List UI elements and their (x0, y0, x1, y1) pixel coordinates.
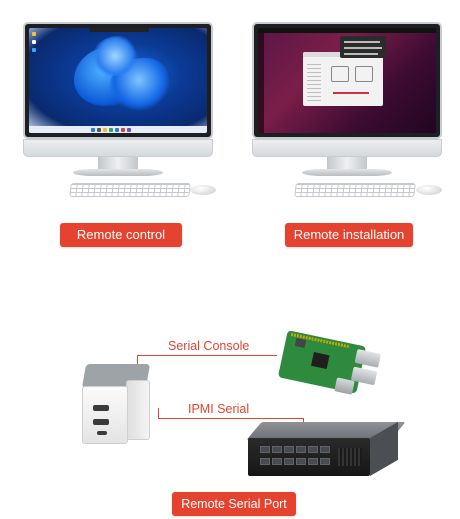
ubuntu-desktop-screen (258, 28, 436, 133)
remote-serial-port-button[interactable]: Remote Serial Port (172, 492, 296, 516)
remote-toolbar (89, 28, 149, 32)
rack-server-icon (246, 421, 406, 478)
monitor-chin (252, 139, 442, 157)
serial-console-label: Serial Console (168, 339, 250, 353)
monitor-stand-foot (302, 169, 392, 176)
keyboard-icon (69, 183, 191, 197)
raspberry-pi-icon (276, 320, 388, 405)
installer-window (303, 52, 383, 106)
ubuntu-monitor-illustration (252, 22, 442, 182)
mouse-icon (190, 185, 216, 195)
windows-taskbar (29, 126, 207, 133)
context-menu (340, 36, 386, 58)
serial-console-line (137, 355, 277, 356)
keyboard-icon (294, 183, 416, 197)
monitor-stand-foot (73, 169, 163, 176)
ubuntu-dock (258, 33, 264, 133)
mouse-icon (416, 185, 442, 195)
ubuntu-top-bar (258, 28, 436, 33)
kvm-device-icon (80, 360, 152, 444)
monitor-bezel (252, 22, 442, 139)
remote-control-button[interactable]: Remote control (60, 223, 182, 247)
windows-desktop-screen (29, 28, 207, 133)
ipmi-serial-line (158, 418, 303, 419)
monitor-chin (23, 139, 213, 157)
monitor-bezel (23, 22, 213, 139)
ipmi-serial-line-rise (158, 408, 159, 418)
windows-monitor-illustration (23, 22, 213, 182)
ipmi-serial-label: IPMI Serial (188, 402, 250, 416)
remote-installation-button[interactable]: Remote installation (285, 223, 413, 247)
